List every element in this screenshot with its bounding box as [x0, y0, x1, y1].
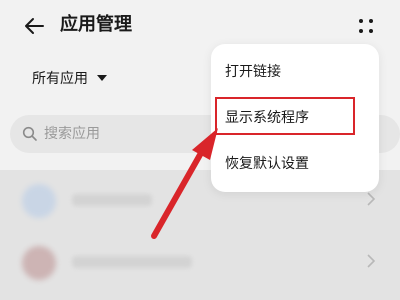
annotation-highlight-box	[215, 97, 355, 135]
back-button[interactable]	[18, 10, 50, 42]
search-placeholder: 搜索应用	[44, 126, 100, 142]
more-dots-icon	[359, 19, 373, 33]
page-title: 应用管理	[60, 14, 132, 35]
back-arrow-icon	[25, 18, 44, 34]
menu-item-open-link[interactable]: 打开链接	[211, 52, 379, 92]
filter-label: 所有应用	[32, 71, 88, 87]
caret-down-icon	[96, 74, 108, 82]
app-filter-dropdown[interactable]: 所有应用	[32, 66, 108, 90]
menu-item-restore-defaults[interactable]: 恢复默认设置	[211, 144, 379, 184]
more-options-button[interactable]	[352, 12, 380, 40]
search-icon	[22, 126, 37, 141]
